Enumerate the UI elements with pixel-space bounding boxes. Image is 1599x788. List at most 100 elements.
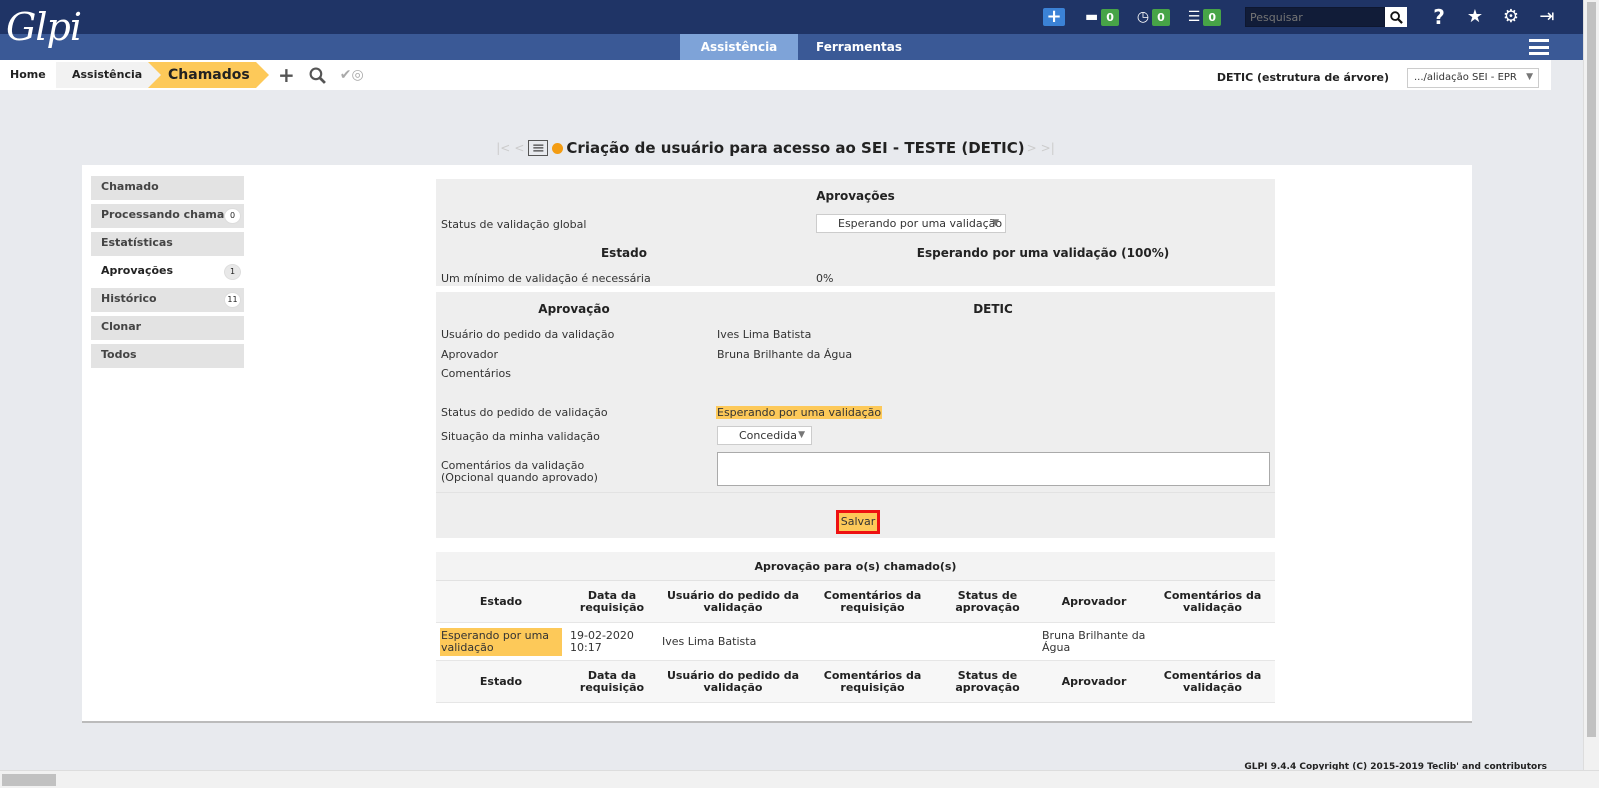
col-aprovador: Aprovador [1061, 674, 1127, 688]
menu-icon[interactable] [1529, 39, 1549, 55]
search-icon [1389, 10, 1403, 24]
tab-clonar[interactable]: Clonar [91, 316, 244, 340]
status-badge: Esperando por uma validação [716, 406, 883, 419]
global-search [1245, 7, 1407, 27]
comments-label: Comentários [441, 367, 511, 380]
gear-icon[interactable]: ⚙ [1493, 7, 1529, 27]
col-comentarios-req: Comentários da requisição [823, 588, 922, 614]
search-button[interactable] [1385, 7, 1407, 27]
top-icons: + ▬ 0 ◷ 0 ☰ 0 ? ★ ⚙ ⇥ [1043, 6, 1583, 28]
breadcrumb-chamados[interactable]: Chamados [148, 62, 269, 88]
tab-label: Estatísticas [101, 236, 173, 249]
breadcrumb-tools: + ✔◎ [278, 65, 364, 85]
global-status-value: Esperando por uma validação [838, 217, 1003, 230]
tab-label: Aprovações [101, 264, 174, 277]
entity-label: DETIC (estrutura de árvore) [1216, 71, 1389, 84]
col-status: Status de aprovação [955, 588, 1020, 614]
state-value-header: Esperando por uma validação (100%) [916, 246, 1170, 260]
list-icon[interactable]: ≡ [528, 140, 549, 156]
col-estado: Estado [479, 594, 523, 608]
approval-header: Aprovação [538, 302, 610, 316]
chevron-down-icon: ▼ [992, 218, 999, 228]
tasks-counter[interactable]: ☰ 0 [1188, 8, 1221, 26]
row-state: Esperando por uma validação [440, 627, 562, 656]
nav-ferramentas[interactable]: Ferramentas [798, 34, 920, 60]
tab-label: Processando chamado [101, 208, 240, 221]
approvals-header: Aprovações [816, 189, 895, 203]
prev-item-icon[interactable]: < [514, 141, 524, 155]
chevron-down-icon: ▼ [798, 430, 805, 440]
approvals-table: Aprovação para o(s) chamado(s) Estado Da… [436, 552, 1275, 704]
breadcrumb-home[interactable]: Home [0, 62, 56, 88]
ticket-icon: ▬ [1085, 9, 1099, 25]
validation-check-icon[interactable]: ✔◎ [340, 65, 364, 85]
min-validation-value: 0% [816, 272, 834, 285]
table-footer-row: Estado Data da requisição Usuário do ped… [436, 661, 1275, 703]
count-badge: 0 [224, 208, 241, 224]
page-title-row: |< < ≡ Criação de usuário para acesso ao… [0, 136, 1551, 160]
tab-estatisticas[interactable]: Estatísticas [91, 232, 244, 256]
main-nav: Assistência Ferramentas [680, 34, 920, 60]
tab-label: Clonar [101, 320, 142, 333]
main-panel: Chamado Processando chamado 0 Estatística… [82, 165, 1472, 723]
col-aprovador: Aprovador [1061, 594, 1127, 608]
col-data: Data da requisição [579, 668, 645, 694]
help-icon[interactable]: ? [1421, 7, 1457, 27]
clock-counter[interactable]: ◷ 0 [1137, 8, 1170, 26]
row-state-cell: Esperando por uma validação [436, 627, 566, 656]
validation-comments-textarea[interactable] [717, 452, 1270, 486]
col-usuario: Usuário do pedido da validação [666, 588, 800, 614]
search-input[interactable] [1245, 7, 1385, 27]
add-icon[interactable]: + [278, 65, 295, 85]
col-status: Status de aprovação [955, 668, 1020, 694]
star-icon[interactable]: ★ [1457, 7, 1493, 27]
logout-icon[interactable]: ⇥ [1529, 7, 1565, 27]
first-item-icon[interactable]: |< [496, 141, 510, 155]
vertical-scrollbar[interactable] [1583, 0, 1599, 770]
nav-assistencia[interactable]: Assistência [680, 34, 798, 60]
requester-label: Usuário do pedido da validação [441, 328, 615, 341]
tab-label: Chamado [101, 180, 159, 193]
last-item-icon[interactable]: >| [1041, 141, 1055, 155]
breadcrumb-assistencia[interactable]: Assistência [56, 62, 161, 88]
col-usuario: Usuário do pedido da validação [666, 668, 800, 694]
row-requester: Ives Lima Batista [662, 634, 757, 648]
tab-processando[interactable]: Processando chamado 0 [91, 204, 244, 228]
status-label: Status do pedido de validação [441, 406, 608, 419]
tasks-count: 0 [1203, 8, 1221, 26]
clock-count: 0 [1152, 8, 1170, 26]
chevron-down-icon: ▼ [1526, 72, 1533, 82]
breadcrumb: Home Assistência Chamados + ✔◎ [0, 62, 364, 88]
page-title: Criação de usuário para acesso ao SEI - … [566, 139, 1025, 157]
tab-todos[interactable]: Todos [91, 344, 244, 368]
scrollbar-thumb[interactable] [1587, 2, 1596, 737]
scrollbar-thumb[interactable] [2, 774, 56, 786]
my-validation-select[interactable]: Concedida ▼ [717, 426, 812, 445]
tab-historico[interactable]: Histórico 11 [91, 288, 244, 312]
global-status-label: Status de validação global [441, 218, 587, 231]
col-comentarios-val: Comentários da validação [1163, 668, 1262, 694]
add-plus-icon[interactable]: + [1043, 8, 1066, 26]
col-data: Data da requisição [579, 588, 645, 614]
save-button[interactable]: Salvar [836, 510, 880, 534]
search-icon[interactable] [309, 67, 326, 84]
global-status-select[interactable]: Esperando por uma validação ▼ [816, 214, 1006, 233]
entity-select[interactable]: .../alidação SEI - EPR ▼ [1407, 68, 1539, 88]
ticket-count: 0 [1101, 8, 1119, 26]
col-comentarios-req: Comentários da requisição [823, 668, 922, 694]
min-validation-label: Um mínimo de validação é necessária [441, 272, 651, 285]
approval-entity: DETIC [973, 302, 1013, 316]
col-comentarios-val: Comentários da validação [1163, 588, 1262, 614]
tab-label: Todos [101, 348, 137, 361]
tab-chamado[interactable]: Chamado [91, 176, 244, 200]
ticket-counter[interactable]: ▬ 0 [1085, 8, 1119, 26]
horizontal-scrollbar[interactable] [0, 770, 1599, 788]
tab-aprovacoes[interactable]: Aprovações 1 [91, 260, 244, 284]
glpi-logo[interactable]: Glpi [6, 6, 82, 48]
table-title: Aprovação para o(s) chamado(s) [436, 552, 1275, 581]
breadcrumb-bar: Home Assistência Chamados + ✔◎ DETIC (es… [0, 60, 1551, 90]
next-item-icon[interactable]: > [1027, 141, 1037, 155]
top-header: Glpi + ▬ 0 ◷ 0 ☰ 0 ? ★ ⚙ ⇥ Assistência F… [0, 0, 1583, 60]
status-dot-icon [552, 142, 564, 154]
table-row: Esperando por uma validação 19-02-2020 1… [436, 623, 1275, 661]
